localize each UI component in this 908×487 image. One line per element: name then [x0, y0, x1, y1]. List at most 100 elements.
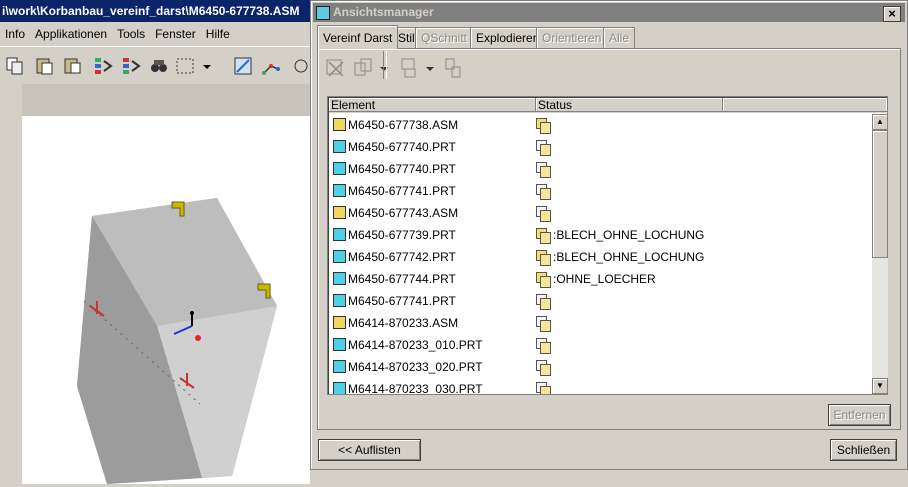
list-item[interactable]: M6450-677744.PRT :OHNE_LOECHER — [329, 268, 872, 290]
list-item[interactable]: M6414-870233_030.PRT — [329, 378, 872, 394]
list-back-button[interactable]: << Auflisten — [318, 439, 421, 461]
element-name: M6450-677740.PRT — [348, 162, 456, 176]
column-header-element[interactable]: Element — [329, 98, 536, 112]
part-icon — [333, 360, 346, 374]
element-name: M6414-870233_020.PRT — [348, 360, 483, 374]
element-name: M6450-677742.PRT — [348, 250, 456, 264]
close-button[interactable]: Schließen — [830, 439, 897, 461]
tab-alle: Alle — [603, 27, 636, 48]
element-name: M6450-677739.PRT — [348, 228, 456, 242]
master-rep-icon — [401, 58, 416, 78]
element-cell: M6450-677742.PRT — [333, 249, 456, 265]
master-rep-icon — [536, 139, 552, 156]
element-name: M6450-677738.ASM — [348, 118, 459, 132]
view-style-icon[interactable] — [232, 55, 254, 77]
exclude-icon — [326, 59, 344, 77]
vertical-scrollbar[interactable]: ▲ ▼ — [872, 114, 888, 394]
scroll-thumb[interactable] — [872, 130, 888, 258]
list-item[interactable]: M6450-677739.PRT:BLECH_OHNE_LOCHUNG — [329, 224, 872, 246]
list-item[interactable]: M6450-677741.PRT — [329, 290, 872, 312]
close-icon[interactable]: × — [883, 6, 901, 22]
copy-icon[interactable] — [4, 55, 26, 77]
chevron-down-icon — [426, 67, 434, 71]
menu-tools[interactable]: Tools — [112, 23, 150, 45]
master-rep-icon — [536, 183, 552, 200]
menu-bar: Info Applikationen Tools Fenster Hilfe — [0, 23, 310, 45]
status-cell — [536, 182, 553, 200]
main-toolbar — [0, 46, 310, 86]
list-item[interactable]: M6450-677740.PRT — [329, 136, 872, 158]
dialog-title-bar[interactable]: Ansichtsmanager × — [313, 3, 905, 22]
element-name: M6450-677740.PRT — [348, 140, 456, 154]
spin-center-icon[interactable] — [290, 55, 312, 77]
list-rows: M6450-677738.ASM M6450-677740.PRT M6450-67… — [329, 114, 872, 394]
master-rep-icon — [536, 315, 552, 332]
find-icon[interactable] — [148, 55, 170, 77]
doc-icon — [536, 117, 552, 134]
list-item[interactable]: M6414-870233.ASM — [329, 312, 872, 334]
model-view — [77, 198, 277, 484]
menu-fenster[interactable]: Fenster — [150, 23, 201, 45]
menu-info[interactable]: Info — [0, 23, 30, 45]
column-header-empty[interactable] — [723, 98, 888, 112]
status-cell — [536, 292, 553, 310]
substitute-icon — [354, 58, 372, 76]
list-item[interactable]: M6450-677743.ASM — [329, 202, 872, 224]
element-cell: M6450-677741.PRT — [333, 293, 456, 309]
simplified-rep-icon — [536, 271, 552, 288]
app-title: i\work\Korbanbau_vereinf_darst\M6450-677… — [2, 4, 300, 18]
element-cell: M6414-870233_020.PRT — [333, 359, 483, 375]
list-item[interactable]: M6414-870233_020.PRT — [329, 356, 872, 378]
list-item[interactable]: M6414-870233_010.PRT — [329, 334, 872, 356]
element-cell: M6450-677738.ASM — [333, 117, 458, 133]
scroll-down-button[interactable]: ▼ — [872, 378, 888, 394]
chevron-down-icon[interactable] — [200, 55, 214, 77]
left-panel-strip — [0, 84, 22, 484]
graphics-window[interactable] — [22, 116, 310, 484]
list-item[interactable]: M6450-677741.PRT — [329, 180, 872, 202]
element-name: M6450-677741.PRT — [348, 184, 456, 198]
column-header-status[interactable]: Status — [536, 98, 723, 112]
element-cell: M6414-870233_030.PRT — [333, 381, 483, 394]
status-cell — [536, 204, 553, 222]
part-icon — [333, 140, 346, 154]
element-cell: M6414-870233.ASM — [333, 315, 458, 331]
master-rep-icon — [536, 205, 552, 222]
datum-display-icon[interactable] — [260, 55, 282, 77]
list-item[interactable]: M6450-677738.ASM — [329, 114, 872, 136]
status-cell — [536, 116, 553, 134]
status-cell — [536, 314, 553, 332]
status-cell — [536, 358, 553, 376]
list-item[interactable]: M6450-677742.PRT:BLECH_OHNE_LOCHUNG — [329, 246, 872, 268]
element-cell: M6450-677744.PRT — [333, 271, 456, 287]
remove-button: Entfernen — [828, 404, 891, 426]
element-name: M6450-677741.PRT — [348, 294, 456, 308]
status-cell: :OHNE_LOECHER — [536, 270, 656, 288]
element-name: M6414-870233_010.PRT — [348, 338, 483, 352]
scroll-up-button[interactable]: ▲ — [872, 114, 888, 130]
select-box-icon[interactable] — [174, 55, 196, 77]
list-item[interactable]: M6450-677740.PRT — [329, 158, 872, 180]
part-icon — [333, 250, 346, 264]
tab-explodieren[interactable]: Explodieren — [470, 27, 546, 48]
element-cell: M6414-870233_010.PRT — [333, 337, 483, 353]
part-icon — [333, 294, 346, 308]
toolbar-separator — [383, 51, 387, 79]
menu-applikationen[interactable]: Applikationen — [30, 23, 112, 45]
list-header: Element Status — [329, 98, 888, 113]
regenerate-icon[interactable] — [92, 55, 114, 77]
element-name: M6450-677744.PRT — [348, 272, 456, 286]
part-icon — [333, 162, 346, 176]
simplified-rep-icon — [536, 227, 552, 244]
element-list[interactable]: Element Status M6450-677738.ASM M6450-677… — [327, 96, 888, 395]
tab-vereinf-darst[interactable]: Vereinf Darst — [317, 25, 399, 49]
part-icon — [333, 382, 346, 394]
paste-icon[interactable] — [34, 55, 56, 77]
status-cell — [536, 138, 553, 156]
element-cell: M6450-677741.PRT — [333, 183, 456, 199]
menu-hilfe[interactable]: Hilfe — [201, 23, 235, 45]
regenerate-manager-icon[interactable] — [120, 55, 142, 77]
status-strip — [310, 470, 908, 484]
master-rep-icon — [536, 381, 552, 394]
paste-special-icon[interactable] — [62, 55, 84, 77]
